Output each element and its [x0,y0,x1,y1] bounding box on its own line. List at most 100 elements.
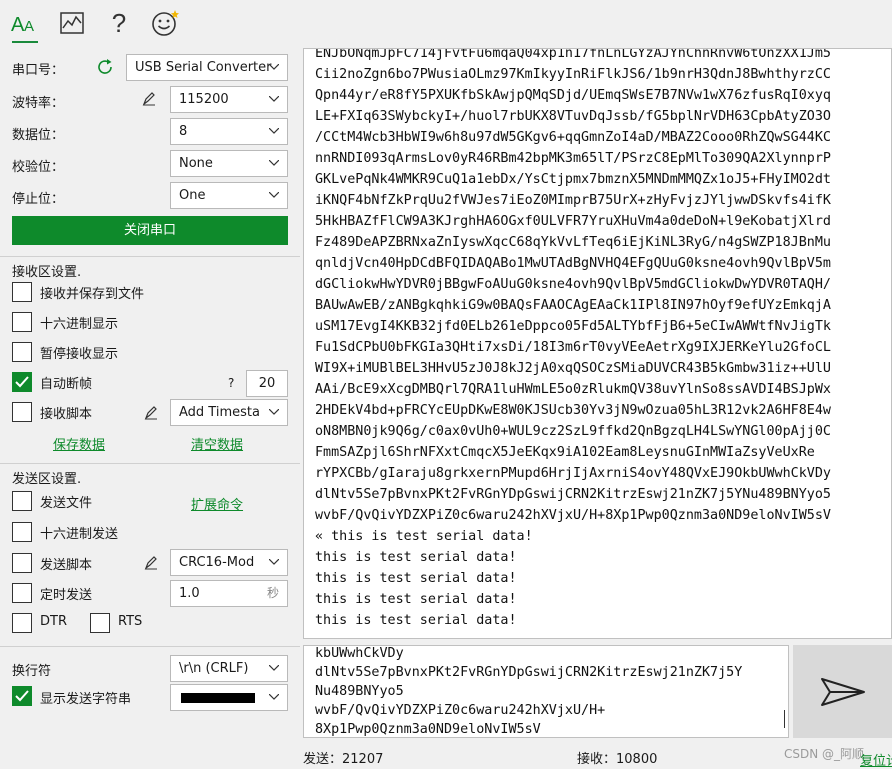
checkmark-icon [15,376,29,388]
port-select-value: USB Serial Converter [135,60,272,75]
extend-command-link[interactable]: 扩展命令 [191,494,243,513]
send-script-checkbox[interactable] [12,553,32,573]
baud-label: 波特率： [12,96,65,111]
send-line: Nu489BNYyo5 [315,684,404,699]
send-textarea[interactable]: kbUWwhCkVDy dlNtv5Se7pBvnxPKt2FvRGnYDpGsw… [303,645,789,738]
chevron-down-icon [269,559,279,565]
receive-line: 5HkHBAZfFlCW9A3KJrghHA6OGxf0ULVFR7YruXHu… [315,214,831,229]
chart-icon[interactable] [57,8,87,38]
pause-receive-checkbox[interactable] [12,342,32,362]
svg-text:A: A [11,14,25,35]
receive-line: oN8MBN0jk9Q6g/c0ax0vUh0+WUL9cz2SzL9ffkd2… [315,424,831,439]
stopbits-select-value: One [179,188,206,203]
edit-pen-icon[interactable] [143,405,159,421]
send-button[interactable] [793,645,892,738]
hex-display-label: 十六进制显示 [40,317,119,332]
show-send-chars-checkbox[interactable] [12,686,32,706]
pause-receive-label: 暂停接收显示 [40,347,119,362]
receive-line: this is test serial data! [315,571,517,586]
edit-pen-icon[interactable] [143,555,159,571]
hex-send-checkbox[interactable] [12,522,32,542]
dtr-label: DTR [40,614,67,629]
send-line: kbUWwhCkVDy [315,646,404,661]
port-select[interactable]: USB Serial Converter [126,54,288,81]
receive-line: this is test serial data! [315,550,517,565]
show-send-chars-label: 显示发送字符串 [40,692,132,707]
rts-checkbox[interactable] [90,613,110,633]
databits-label: 数据位： [12,128,65,143]
rts-label: RTS [118,614,143,629]
chevron-down-icon [269,128,279,134]
help-glyph: ? [111,7,127,38]
chevron-down-icon [269,192,279,198]
timed-interval-value: 1.0 [179,586,200,601]
emoji-icon[interactable] [150,8,180,38]
receive-line: Cii2noZgn6bo7PWusiaOLmz97KmIkyyInRiFlkJS… [315,67,831,82]
edit-pen-icon[interactable] [141,91,157,107]
baud-select[interactable]: 115200 [170,86,288,113]
reset-count-link[interactable]: 复位计数 [860,750,892,769]
receive-script-select[interactable]: Add Timesta [170,399,288,426]
receive-textarea[interactable]: ENJbONqmJpFC714jFvtFu6mqaQ04xp1n17fnLnLG… [303,48,892,639]
send-file-checkbox[interactable] [12,491,32,511]
newline-select-value: \r\n (CRLF) [179,661,249,676]
receive-script-checkbox[interactable] [12,402,32,422]
chevron-down-icon [269,64,279,70]
timed-interval-input[interactable]: 1.0 秒 [170,580,288,607]
send-script-select[interactable]: CRC16-Mod [170,549,288,576]
save-to-file-checkbox[interactable] [12,282,32,302]
close-port-button[interactable]: 关闭串口 [12,216,288,245]
dtr-checkbox[interactable] [12,613,32,633]
stopbits-select[interactable]: One [170,182,288,209]
auto-frame-label: 自动断帧 [40,377,93,392]
font-icon[interactable]: AA [9,8,39,38]
save-data-link[interactable]: 保存数据 [53,434,105,453]
receive-line: Fu1SdCPbU0bFKGIa3QHti7xsDi/18I3m6rT0vyVE… [315,340,831,355]
receive-line: uSM17EvgI4KKB32jfd0ELb261eDppco05Fd5ALTY… [315,319,831,334]
chevron-down-icon [269,96,279,102]
receive-line: WI9X+iMUBlBEL3HHvU5zJ0J8kJ2jA0xqQSOCzSMi… [315,361,831,376]
parity-select-value: None [179,156,213,171]
send-settings-title: 发送区设置. [12,472,82,487]
send-color-select[interactable] [170,684,288,711]
chevron-down-icon [269,409,279,415]
receive-line: FmmSAZpjl6ShrNFXxtCmqcX5JeEKqx9iA102Eam8… [315,445,815,460]
receive-line: this is test serial data! [315,592,517,607]
newline-label: 换行符 [12,664,52,679]
receive-line: « this is test serial data! [315,529,533,544]
help-icon[interactable]: ? [104,8,134,38]
databits-select-value: 8 [179,124,188,139]
save-to-file-label: 接收并保存到文件 [40,287,145,302]
chevron-down-icon [269,694,279,700]
auto-frame-checkbox[interactable] [12,372,32,392]
clear-data-link[interactable]: 清空数据 [191,434,243,453]
receive-line: GKLvePqNk4WMKR9CuQ1a1ebDx/YsCtjpmx7bmznX… [315,172,831,187]
auto-frame-timeout-input[interactable]: 20 [246,370,288,397]
receive-settings-title: 接收区设置. [12,265,82,280]
text-cursor [784,710,785,728]
hex-send-label: 十六进制发送 [40,527,119,542]
send-icon [820,677,865,706]
divider [0,463,300,464]
auto-frame-help[interactable]: ? [228,376,234,390]
receive-line: BAUwAwEB/zANBgkqhkiG9w0BAQsFAAOCAgEAaCk1… [315,298,831,313]
divider [0,256,300,257]
receive-line: Fz489DeAPZBRNxaZnIyswXqcC68qYkVvLfTeq6iE… [315,235,831,250]
receive-line: wvbF/QvQivYDZXPiZ0c6waru242hXVjxU/H+8Xp1… [315,508,831,523]
refresh-icon[interactable] [96,58,116,78]
timed-send-checkbox[interactable] [12,583,32,603]
color-swatch [181,693,255,703]
hex-display-checkbox[interactable] [12,312,32,332]
baud-select-value: 115200 [179,92,229,107]
receive-line: Qpn44yr/eR8fY5PXUKfbSkAwjpQMqSDjd/UEmqSW… [315,88,831,103]
parity-select[interactable]: None [170,150,288,177]
receive-line: qnldjVcn40HpDCdBFQIDAQABo1MwUTAdBgNVHQ4E… [315,256,831,271]
newline-select[interactable]: \r\n (CRLF) [170,655,288,682]
send-script-label: 发送脚本 [40,558,93,573]
receive-script-value: Add Timesta [179,405,260,420]
databits-select[interactable]: 8 [170,118,288,145]
receive-line: 2HDEkV4bd+pFRCYcEUpDKwE8W0KJSUcb30Yv3jN9… [315,403,831,418]
svg-text:A: A [24,18,34,35]
receive-line: rYPXCBb/gIaraju8grkxernPMupd6HrjIjAxrniS… [315,466,831,481]
receive-line: dlNtv5Se7pBvnxPKt2FvRGnYDpGswijCRN2Kitrz… [315,487,831,502]
